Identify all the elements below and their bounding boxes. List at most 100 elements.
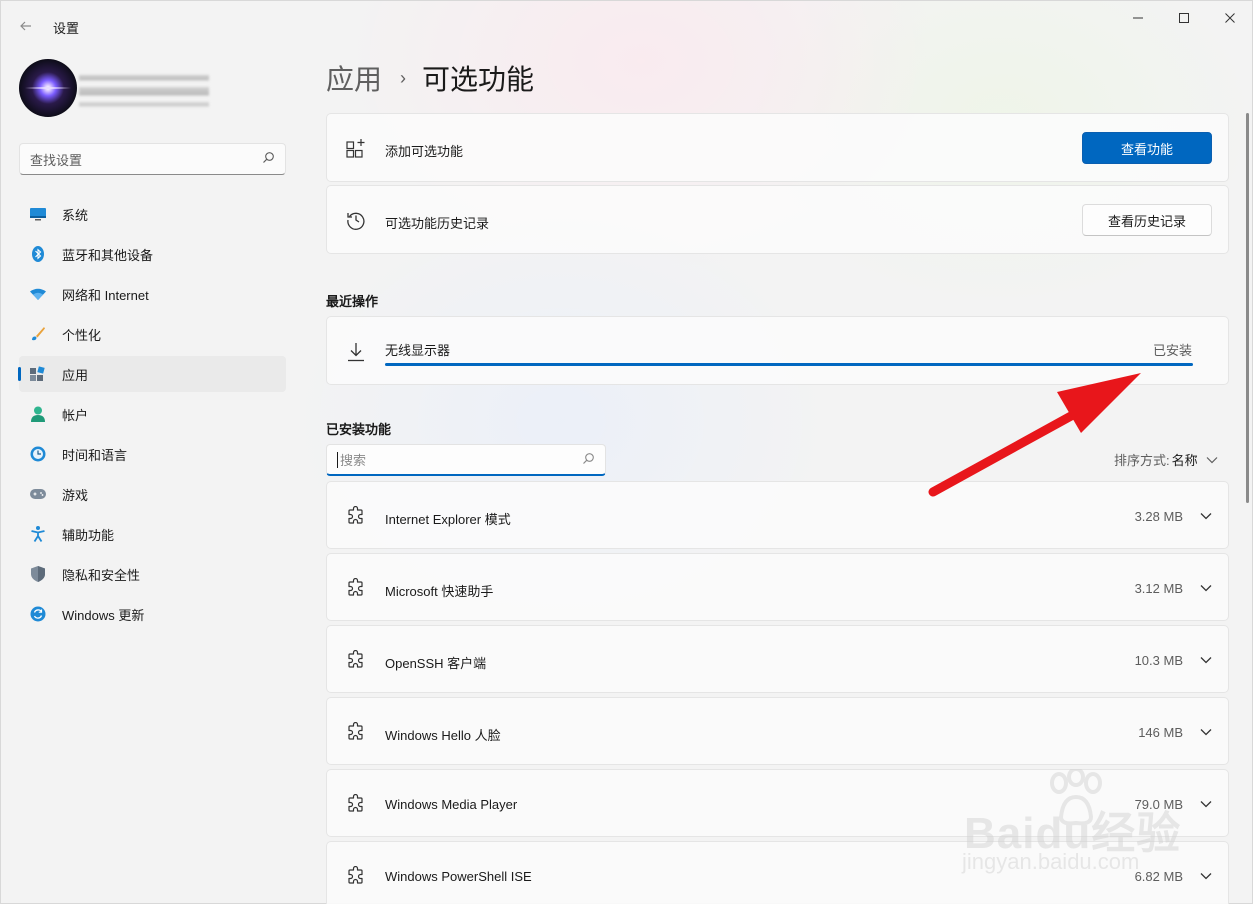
chevron-down-icon[interactable] — [1199, 581, 1213, 595]
sort-value: 名称 — [1171, 453, 1198, 468]
feature-row[interactable]: Internet Explorer 模式 3.28 MB — [326, 481, 1229, 549]
text-caret — [337, 451, 338, 468]
sidebar-item-label: 网络和 Internet — [62, 287, 149, 303]
chevron-down-icon[interactable] — [1199, 725, 1213, 739]
feature-size: 10.3 MB — [1134, 653, 1183, 668]
settings-window: 设置 查找设置 系统 蓝牙和其他设备 网络和 Internet 个性化 应用 帐… — [0, 0, 1253, 904]
sidebar-item-label: 帐户 — [62, 407, 89, 423]
sidebar-item-label: 隐私和安全性 — [62, 567, 141, 583]
wifi-icon — [30, 286, 46, 302]
sidebar-item-label: 个性化 — [62, 327, 102, 343]
history-label: 可选功能历史记录 — [385, 216, 490, 231]
feature-size: 3.12 MB — [1134, 581, 1183, 596]
puzzle-icon — [345, 793, 367, 815]
add-optional-feature-card: 添加可选功能 查看功能 — [326, 113, 1229, 182]
puzzle-icon — [345, 721, 367, 743]
feature-name: OpenSSH 客户端 — [385, 656, 487, 671]
title-bar: 设置 — [1, 1, 1252, 49]
sidebar-item-label: 蓝牙和其他设备 — [62, 247, 154, 263]
search-placeholder: 查找设置 — [30, 152, 83, 168]
puzzle-icon — [345, 577, 367, 599]
puzzle-icon — [345, 865, 367, 887]
breadcrumb: 应用 › 可选功能 — [326, 59, 534, 97]
account-icon — [30, 406, 46, 422]
search-icon — [582, 452, 595, 468]
recent-actions-heading: 最近操作 — [326, 294, 379, 309]
recent-feature-name: 无线显示器 — [385, 343, 451, 358]
feature-name: Windows Media Player — [385, 797, 518, 812]
minimize-icon — [1133, 17, 1143, 19]
sidebar-item-apps[interactable]: 应用 — [18, 356, 286, 392]
page-title: 可选功能 — [422, 64, 535, 95]
breadcrumb-parent-apps[interactable]: 应用 — [326, 58, 382, 98]
history-icon — [345, 209, 367, 231]
view-features-button[interactable]: 查看功能 — [1082, 132, 1212, 164]
sidebar-item-label: 时间和语言 — [62, 447, 128, 463]
installed-search-placeholder: 搜索 — [340, 453, 367, 468]
system-icon — [30, 206, 46, 222]
feature-name: Internet Explorer 模式 — [385, 512, 511, 527]
chevron-down-icon — [1206, 452, 1218, 467]
search-icon — [262, 151, 275, 167]
chevron-down-icon[interactable] — [1199, 797, 1213, 811]
feature-history-card: 可选功能历史记录 查看历史记录 — [326, 185, 1229, 254]
sidebar-item-accessibility[interactable]: 辅助功能 — [19, 516, 286, 552]
view-history-button[interactable]: 查看历史记录 — [1082, 204, 1212, 236]
add-feature-icon — [345, 137, 367, 159]
sidebar-nav: 系统 蓝牙和其他设备 网络和 Internet 个性化 应用 帐户 时间和语言 … — [18, 196, 286, 636]
settings-search-input[interactable]: 查找设置 — [19, 143, 286, 175]
back-arrow-icon — [20, 21, 31, 31]
feature-name: Microsoft 快速助手 — [385, 584, 494, 599]
sidebar-item-label: 应用 — [62, 367, 89, 383]
install-status: 已安装 — [1152, 343, 1192, 358]
user-name-blurred — [79, 65, 209, 113]
sidebar-item-personalization[interactable]: 个性化 — [19, 316, 286, 352]
sidebar-item-gaming[interactable]: 游戏 — [19, 476, 286, 512]
brush-icon — [30, 326, 46, 342]
chevron-down-icon[interactable] — [1199, 869, 1213, 883]
feature-name: Windows PowerShell ISE — [385, 869, 532, 884]
sidebar-item-accounts[interactable]: 帐户 — [19, 396, 286, 432]
maximize-icon — [1179, 13, 1189, 23]
sort-label: 排序方式: — [1114, 453, 1170, 468]
sidebar-item-system[interactable]: 系统 — [19, 196, 286, 232]
time-language-icon — [30, 446, 46, 462]
feature-row[interactable]: Microsoft 快速助手 3.12 MB — [326, 553, 1229, 621]
chevron-down-icon[interactable] — [1199, 653, 1213, 667]
avatar[interactable] — [19, 59, 77, 117]
close-button[interactable] — [1207, 1, 1253, 35]
sidebar-item-bluetooth[interactable]: 蓝牙和其他设备 — [19, 236, 286, 272]
chevron-down-icon[interactable] — [1199, 509, 1213, 523]
minimize-button[interactable] — [1115, 1, 1161, 35]
feature-row[interactable]: OpenSSH 客户端 10.3 MB — [326, 625, 1229, 693]
bluetooth-icon — [30, 246, 46, 262]
scrollbar-thumb[interactable] — [1246, 113, 1249, 503]
installed-search-input[interactable]: 搜索 — [326, 444, 606, 476]
sidebar-item-privacy[interactable]: 隐私和安全性 — [19, 556, 286, 592]
shield-icon — [30, 566, 46, 582]
sort-dropdown[interactable]: 排序方式: 名称 — [1114, 450, 1218, 469]
sidebar-item-network[interactable]: 网络和 Internet — [19, 276, 286, 312]
sidebar-item-windows-update[interactable]: Windows 更新 — [19, 596, 286, 632]
recent-action-card: 无线显示器 已安装 — [326, 316, 1229, 385]
window-title: 设置 — [53, 21, 80, 36]
download-icon — [345, 341, 367, 363]
gamepad-icon — [30, 486, 46, 502]
sidebar-item-label: 系统 — [62, 207, 89, 223]
sidebar-item-label: Windows 更新 — [62, 607, 145, 623]
baidu-watermark: Baidu经验 jingyan.baidu.com — [956, 769, 1191, 879]
feature-size: 146 MB — [1138, 725, 1183, 740]
close-icon — [1225, 13, 1235, 23]
feature-size: 3.28 MB — [1134, 509, 1183, 524]
install-progress-bar — [385, 363, 1193, 366]
maximize-button[interactable] — [1161, 1, 1207, 35]
sidebar-item-time-language[interactable]: 时间和语言 — [19, 436, 286, 472]
feature-name: Windows Hello 人脸 — [385, 728, 501, 743]
breadcrumb-separator: › — [400, 67, 407, 88]
accessibility-icon — [30, 526, 46, 542]
apps-icon — [30, 366, 46, 382]
watermark-url: jingyan.baidu.com — [962, 849, 1140, 874]
feature-row[interactable]: Windows Hello 人脸 146 MB — [326, 697, 1229, 765]
puzzle-icon — [345, 649, 367, 671]
back-button[interactable] — [13, 13, 39, 39]
